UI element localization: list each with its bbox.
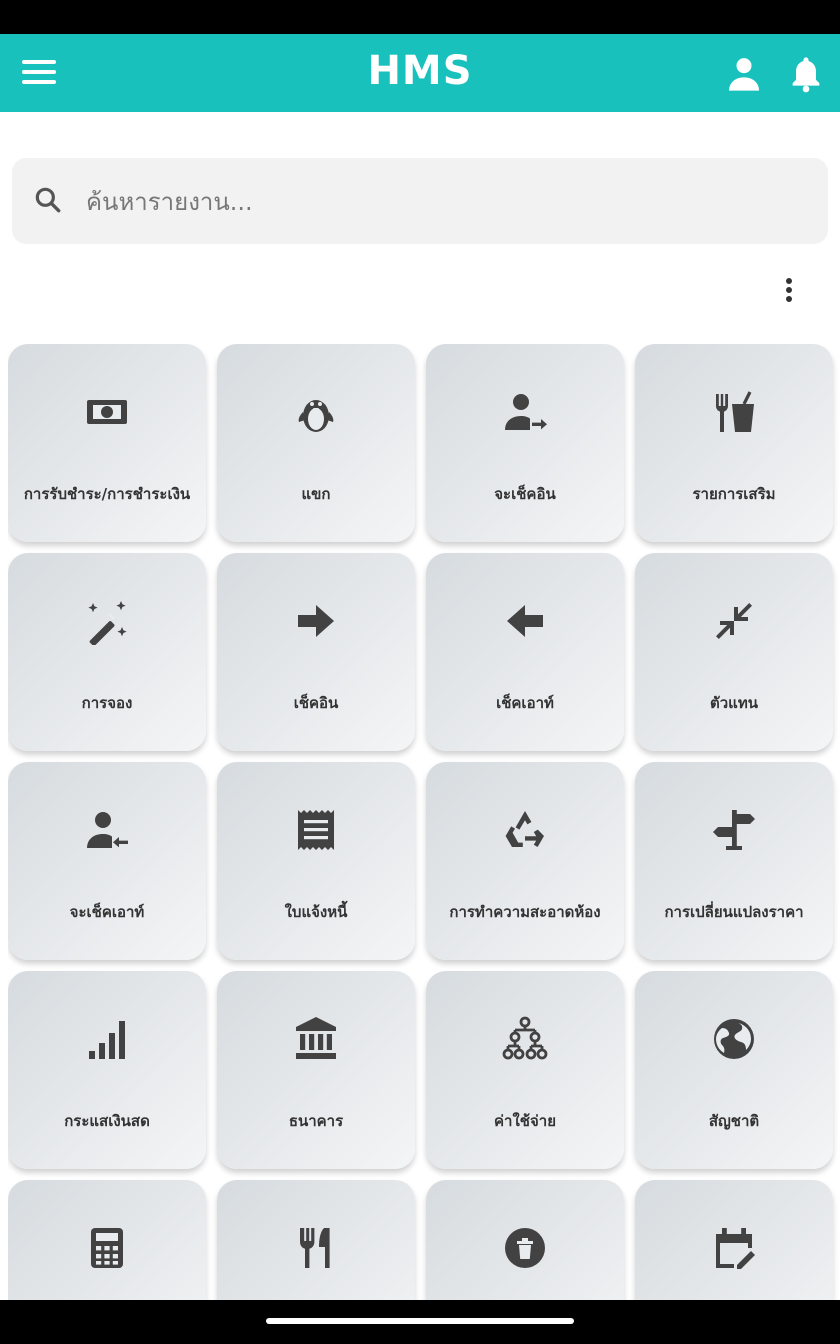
globe-icon: [710, 1015, 758, 1063]
report-tile[interactable]: ตัวแทน: [635, 553, 833, 751]
tile-label: จะเช็คอิน: [494, 485, 556, 503]
tile-label: ตัวแทน: [710, 694, 758, 712]
tile-label: รายการเสริม: [692, 485, 776, 503]
tile-label: ธนาคาร: [288, 1112, 344, 1130]
person-arrow-left-icon: [83, 806, 131, 854]
tile-label: เช็คเอาท์: [496, 694, 554, 712]
tile-label: ใบแจ้งหนี้: [284, 903, 348, 921]
bell-icon[interactable]: [786, 54, 826, 94]
report-tile[interactable]: [8, 1180, 206, 1300]
signpost-icon: [710, 806, 758, 854]
report-tile[interactable]: ค่าใช้จ่าย: [426, 971, 624, 1169]
report-tile[interactable]: จะเช็คอิน: [426, 344, 624, 542]
person-icon[interactable]: [724, 54, 764, 94]
report-tile[interactable]: สัญชาติ: [635, 971, 833, 1169]
tile-label: กระแสเงินสด: [64, 1112, 150, 1130]
report-tile[interactable]: การรับชำระ/การชำระเงิน: [8, 344, 206, 542]
compress-icon: [710, 597, 758, 645]
calendar-edit-icon: [710, 1224, 758, 1272]
banknote-icon: [83, 388, 131, 436]
report-tile[interactable]: กระแสเงินสด: [8, 971, 206, 1169]
arrow-left-icon: [501, 597, 549, 645]
receipt-icon: [292, 806, 340, 854]
signal-bars-icon: [83, 1015, 131, 1063]
app-title: HMS: [367, 48, 473, 94]
magic-wand-icon: [83, 597, 131, 646]
trash-circle-icon: [501, 1224, 549, 1272]
tile-label: เช็คอิน: [293, 694, 339, 712]
report-tile[interactable]: ใบแจ้งหนี้: [217, 762, 415, 960]
report-tile[interactable]: เช็คเอาท์: [426, 553, 624, 751]
report-tile[interactable]: ธนาคาร: [217, 971, 415, 1169]
calculator-icon: [83, 1224, 131, 1272]
report-tile[interactable]: จะเช็คเอาท์: [8, 762, 206, 960]
tile-label: การเปลี่ยนแปลงราคา: [664, 903, 804, 921]
person-arrow-right-icon: [501, 388, 549, 436]
more-options-icon[interactable]: [776, 274, 802, 306]
app-bar: HMS: [0, 34, 840, 112]
report-tile[interactable]: [217, 1180, 415, 1300]
search-icon: [32, 184, 64, 216]
tile-label: จะเช็คเอาท์: [69, 903, 145, 921]
report-grid: การรับชำระ/การชำระเงิน แขก จะเช็คอิน รายการ…: [8, 344, 840, 1300]
tile-label: การทำความสะอาดห้อง: [449, 903, 601, 921]
report-tile[interactable]: เช็คอิน: [217, 553, 415, 751]
report-tile[interactable]: การเปลี่ยนแปลงราคา: [635, 762, 833, 960]
navigation-bar: [0, 1300, 840, 1344]
recycle-icon: [501, 806, 549, 854]
tile-label: สัญชาติ: [708, 1112, 760, 1130]
utensils-icon: [292, 1224, 340, 1272]
report-tile[interactable]: แขก: [217, 344, 415, 542]
status-bar: [0, 0, 840, 34]
fork-cup-icon: [710, 388, 758, 436]
report-tile[interactable]: [635, 1180, 833, 1300]
tile-label: การจอง: [81, 694, 133, 712]
home-gesture-pill[interactable]: [266, 1318, 574, 1324]
tile-label: การรับชำระ/การชำระเงิน: [23, 485, 191, 503]
tile-label: ค่าใช้จ่าย: [494, 1112, 556, 1130]
search-box: [12, 158, 828, 244]
report-tile[interactable]: รายการเสริม: [635, 344, 833, 542]
report-tile[interactable]: [426, 1180, 624, 1300]
report-tile[interactable]: การจอง: [8, 553, 206, 751]
penguin-icon: [292, 388, 340, 436]
arrow-right-icon: [292, 597, 340, 645]
tile-label: แขก: [301, 485, 331, 503]
hierarchy-icon: [501, 1015, 549, 1063]
bank-icon: [292, 1015, 340, 1063]
report-tile[interactable]: การทำความสะอาดห้อง: [426, 762, 624, 960]
search-input[interactable]: [84, 178, 808, 226]
